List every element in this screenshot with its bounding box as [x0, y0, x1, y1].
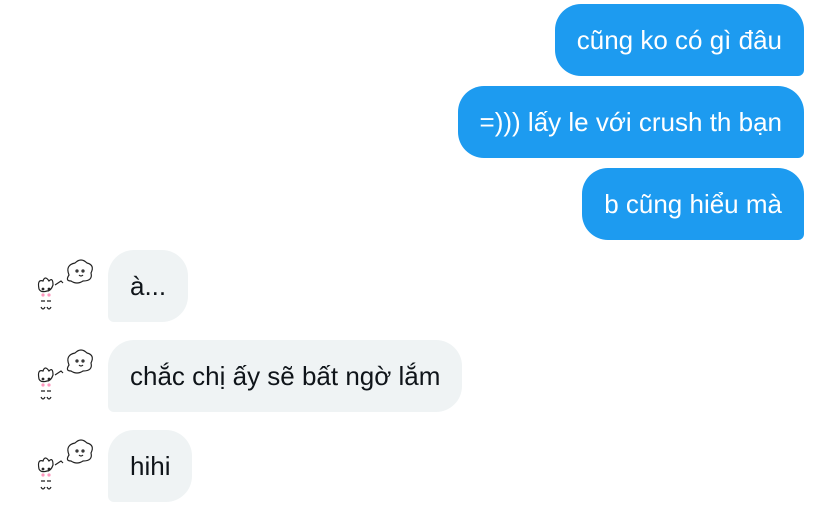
doodle-bunny-avatar-icon — [37, 349, 93, 400]
outgoing-message[interactable]: =))) lấy le với crush th bạn — [457, 86, 804, 158]
avatar[interactable] — [33, 435, 95, 499]
incoming-message[interactable]: hihi — [108, 430, 193, 502]
avatar[interactable] — [33, 345, 95, 409]
doodle-bunny-avatar-icon — [37, 259, 93, 310]
avatar[interactable] — [33, 255, 95, 319]
incoming-message[interactable]: chắc chị ấy sẽ bất ngờ lắm — [108, 340, 463, 412]
doodle-bunny-avatar-icon — [37, 439, 93, 490]
incoming-message[interactable]: à... — [108, 250, 189, 322]
outgoing-message[interactable]: b cũng hiểu mà — [582, 168, 804, 240]
outgoing-message[interactable]: cũng ko có gì đâu — [554, 4, 804, 76]
